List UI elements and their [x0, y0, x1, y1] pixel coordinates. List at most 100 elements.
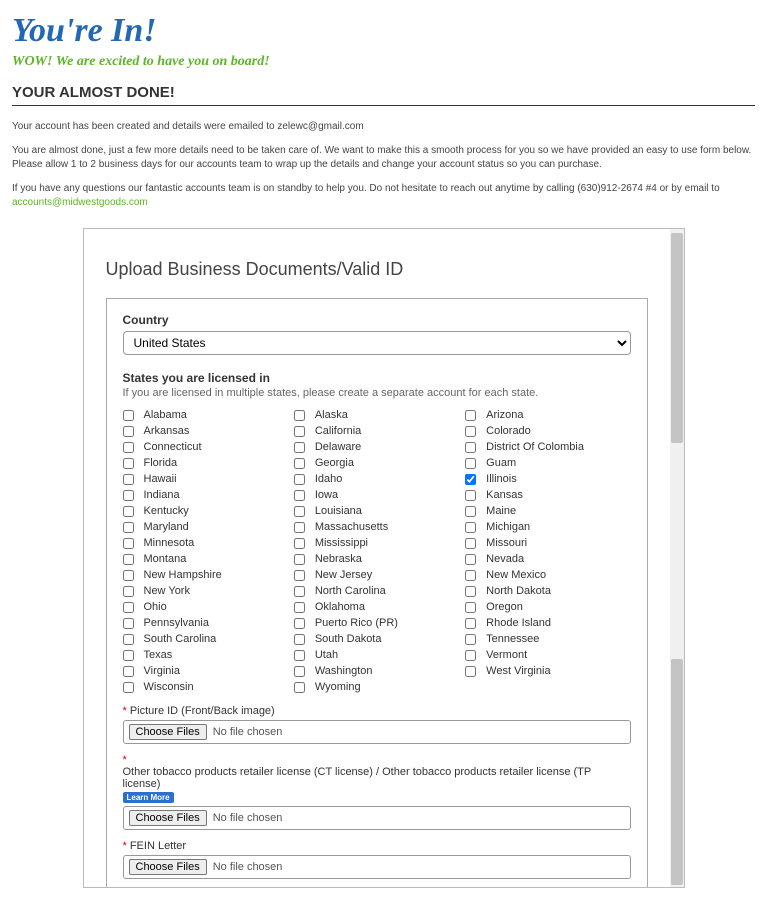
state-checkbox[interactable] [123, 506, 134, 517]
state-checkbox[interactable] [123, 554, 134, 565]
state-item[interactable]: Oklahoma [294, 599, 459, 615]
learn-more-badge[interactable]: Learn More [123, 792, 174, 803]
state-checkbox[interactable] [465, 666, 476, 677]
state-checkbox[interactable] [465, 650, 476, 661]
state-item[interactable]: Vermont [465, 647, 630, 663]
state-checkbox[interactable] [123, 666, 134, 677]
state-checkbox[interactable] [123, 618, 134, 629]
state-item[interactable]: Wyoming [294, 679, 459, 695]
state-item[interactable]: Arizona [465, 407, 630, 423]
state-item[interactable]: Massachusetts [294, 519, 459, 535]
state-item[interactable]: California [294, 423, 459, 439]
state-checkbox[interactable] [465, 490, 476, 501]
state-item[interactable]: Utah [294, 647, 459, 663]
state-checkbox[interactable] [294, 490, 305, 501]
state-checkbox[interactable] [294, 426, 305, 437]
state-item[interactable]: Mississippi [294, 535, 459, 551]
state-checkbox[interactable] [465, 474, 476, 485]
scrollbar-thumb-bottom[interactable] [671, 659, 683, 885]
state-item[interactable]: Rhode Island [465, 615, 630, 631]
state-item[interactable]: Kentucky [123, 503, 288, 519]
state-item[interactable]: South Carolina [123, 631, 288, 647]
state-checkbox[interactable] [123, 634, 134, 645]
state-item[interactable]: Ohio [123, 599, 288, 615]
state-item[interactable]: Arkansas [123, 423, 288, 439]
state-checkbox[interactable] [294, 650, 305, 661]
state-checkbox[interactable] [294, 666, 305, 677]
state-checkbox[interactable] [294, 410, 305, 421]
state-item[interactable]: Connecticut [123, 439, 288, 455]
state-checkbox[interactable] [294, 570, 305, 581]
state-checkbox[interactable] [123, 602, 134, 613]
state-checkbox[interactable] [465, 634, 476, 645]
state-item[interactable]: Puerto Rico (PR) [294, 615, 459, 631]
state-item[interactable]: Maine [465, 503, 630, 519]
state-checkbox[interactable] [465, 506, 476, 517]
state-item[interactable]: Michigan [465, 519, 630, 535]
state-item[interactable]: Montana [123, 551, 288, 567]
state-checkbox[interactable] [123, 410, 134, 421]
state-item[interactable] [465, 679, 630, 695]
choose-files-button[interactable]: Choose Files [129, 859, 207, 875]
state-item[interactable]: Guam [465, 455, 630, 471]
state-checkbox[interactable] [294, 506, 305, 517]
state-checkbox[interactable] [465, 442, 476, 453]
state-item[interactable]: Virginia [123, 663, 288, 679]
scrollbar-track[interactable] [670, 229, 684, 887]
state-item[interactable]: Nevada [465, 551, 630, 567]
state-item[interactable]: Alaska [294, 407, 459, 423]
state-checkbox[interactable] [465, 618, 476, 629]
state-checkbox[interactable] [123, 570, 134, 581]
state-item[interactable]: Texas [123, 647, 288, 663]
state-checkbox[interactable] [123, 650, 134, 661]
state-checkbox[interactable] [294, 634, 305, 645]
otp-license-file-input[interactable]: Choose Files No file chosen [123, 806, 631, 830]
state-checkbox[interactable] [123, 458, 134, 469]
state-item[interactable]: Wisconsin [123, 679, 288, 695]
state-item[interactable]: New York [123, 583, 288, 599]
state-item[interactable]: Kansas [465, 487, 630, 503]
state-item[interactable]: Indiana [123, 487, 288, 503]
state-item[interactable]: New Mexico [465, 567, 630, 583]
state-checkbox[interactable] [294, 682, 305, 693]
state-checkbox[interactable] [294, 618, 305, 629]
choose-files-button[interactable]: Choose Files [129, 810, 207, 826]
state-checkbox[interactable] [465, 538, 476, 549]
state-item[interactable]: Louisiana [294, 503, 459, 519]
state-checkbox[interactable] [123, 490, 134, 501]
state-checkbox[interactable] [465, 554, 476, 565]
state-checkbox[interactable] [294, 458, 305, 469]
state-checkbox[interactable] [465, 426, 476, 437]
state-checkbox[interactable] [123, 538, 134, 549]
state-checkbox[interactable] [294, 554, 305, 565]
state-item[interactable]: Alabama [123, 407, 288, 423]
state-item[interactable]: Missouri [465, 535, 630, 551]
state-checkbox[interactable] [294, 538, 305, 549]
scrollbar-thumb-top[interactable] [671, 233, 683, 443]
state-checkbox[interactable] [123, 442, 134, 453]
state-checkbox[interactable] [465, 522, 476, 533]
state-item[interactable]: Delaware [294, 439, 459, 455]
state-item[interactable]: West Virginia [465, 663, 630, 679]
state-item[interactable]: North Dakota [465, 583, 630, 599]
state-item[interactable]: North Carolina [294, 583, 459, 599]
picture-id-file-input[interactable]: Choose Files No file chosen [123, 720, 631, 744]
state-checkbox[interactable] [465, 570, 476, 581]
state-item[interactable]: District Of Colombia [465, 439, 630, 455]
state-checkbox[interactable] [294, 474, 305, 485]
state-item[interactable]: Idaho [294, 471, 459, 487]
state-checkbox[interactable] [465, 410, 476, 421]
state-item[interactable]: Tennessee [465, 631, 630, 647]
state-checkbox[interactable] [123, 426, 134, 437]
state-item[interactable]: Minnesota [123, 535, 288, 551]
state-item[interactable]: Oregon [465, 599, 630, 615]
state-item[interactable]: New Hampshire [123, 567, 288, 583]
fein-letter-file-input[interactable]: Choose Files No file chosen [123, 855, 631, 879]
accounts-email-link[interactable]: accounts@midwestgoods.com [12, 197, 148, 208]
state-item[interactable]: Georgia [294, 455, 459, 471]
state-item[interactable]: Maryland [123, 519, 288, 535]
state-item[interactable]: Washington [294, 663, 459, 679]
state-item[interactable]: Pennsylvania [123, 615, 288, 631]
choose-files-button[interactable]: Choose Files [129, 724, 207, 740]
country-select[interactable]: United States [123, 331, 631, 355]
